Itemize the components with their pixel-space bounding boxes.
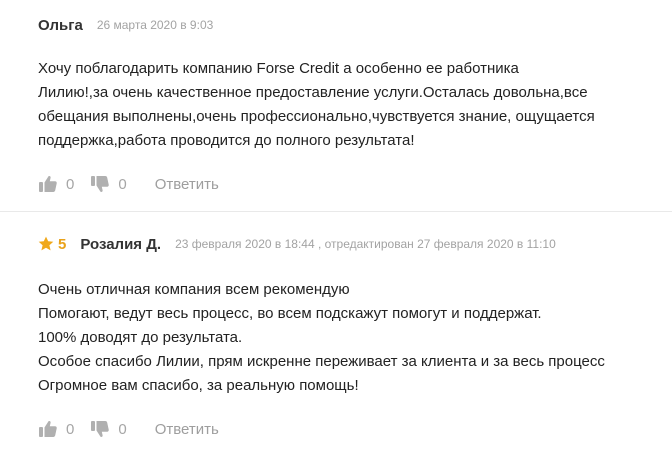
thumbs-up-icon[interactable]: [38, 174, 58, 194]
review-author: Розалия Д.: [80, 235, 162, 253]
review-text-line: поддержка,работа проводится до полного р…: [38, 132, 415, 149]
dislike-count: 0: [118, 175, 127, 193]
thumbs-down-icon[interactable]: [90, 174, 110, 194]
dislike-count: 0: [118, 420, 127, 438]
review-text-line: Лилию!,за очень качественное предоставле…: [38, 84, 588, 101]
thumbs-up-icon[interactable]: [38, 419, 58, 439]
like-count: 0: [66, 420, 75, 438]
review-text-line: Хочу поблагодарить компанию Forse Credit…: [38, 60, 519, 77]
review-item-rozaliya: 5 Розалия Д. 23 февраля 2020 в 18:44 , о…: [0, 212, 672, 461]
review-text-line: 100% доводят до результата.: [38, 329, 243, 346]
review-text-line: Помогают, ведут весь процесс, во всем по…: [38, 305, 542, 322]
review-text-line: Огромное вам спасибо, за реальную помощь…: [38, 377, 359, 394]
review-header: Ольга 26 марта 2020 в 9:03: [38, 15, 213, 35]
review-text-line: обещания выполнены,очень профессионально…: [38, 108, 595, 125]
review-actions: 0 0 Ответить: [38, 174, 219, 194]
thumbs-down-icon[interactable]: [90, 419, 110, 439]
review-date: 23 февраля 2020 в 18:44 , отредактирован…: [175, 237, 556, 251]
reply-button[interactable]: Ответить: [155, 176, 219, 193]
like-count: 0: [66, 175, 75, 193]
review-item-olga: Ольга 26 марта 2020 в 9:03 Хочу поблагод…: [0, 0, 672, 212]
review-actions: 0 0 Ответить: [38, 419, 219, 439]
rating-value: 5: [58, 235, 67, 253]
review-date: 26 марта 2020 в 9:03: [96, 18, 214, 32]
reply-button[interactable]: Ответить: [155, 421, 219, 438]
review-text: Очень отличная компания всем рекомендую …: [38, 278, 663, 398]
review-header: 5 Розалия Д. 23 февраля 2020 в 18:44 , о…: [38, 234, 556, 254]
review-author: Ольга: [38, 16, 83, 34]
review-text-line: Особое спасибо Лилии, прям искренне пере…: [38, 353, 605, 370]
review-text-line: Очень отличная компания всем рекомендую: [38, 281, 350, 298]
review-text: Хочу поблагодарить компанию Forse Credit…: [38, 57, 648, 153]
star-icon: [38, 236, 54, 252]
